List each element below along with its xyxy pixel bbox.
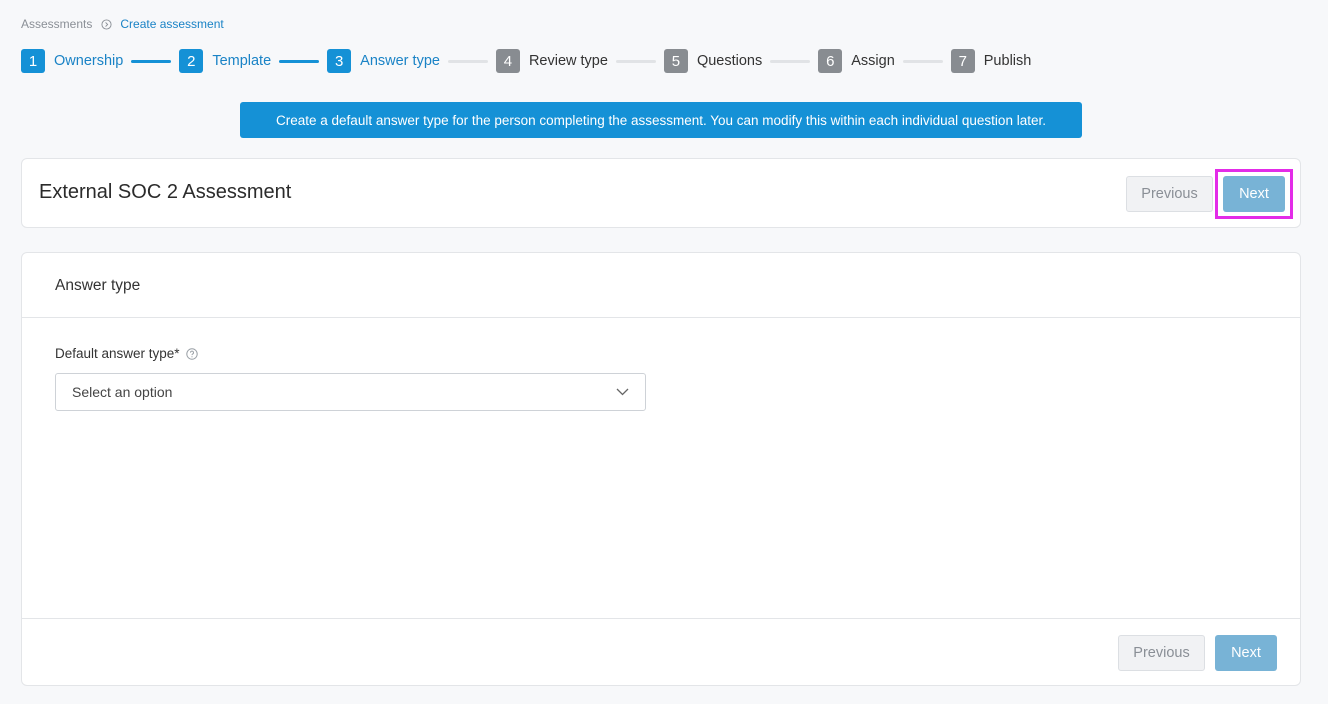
step-number: 1: [21, 49, 45, 73]
step-label: Assign: [851, 53, 895, 69]
assessment-title: External SOC 2 Assessment: [39, 181, 292, 203]
breadcrumb-separator-icon: [101, 18, 112, 30]
chevron-down-icon: [616, 388, 629, 396]
step-answer-type[interactable]: 3 Answer type: [327, 49, 440, 73]
assessment-header-card: External SOC 2 Assessment Previous Next: [21, 158, 1301, 228]
question-circle-icon[interactable]: [185, 347, 198, 360]
default-answer-type-select[interactable]: Select an option: [55, 373, 646, 411]
section-divider: [22, 317, 1300, 318]
step-assign[interactable]: 6 Assign: [818, 49, 895, 73]
section-title: Answer type: [55, 277, 141, 294]
breadcrumb: Assessments Create assessment: [21, 17, 224, 31]
step-template[interactable]: 2 Template: [179, 49, 271, 73]
footer-divider: [22, 618, 1300, 619]
step-number: 3: [327, 49, 352, 73]
field-label-text: Default answer type*: [55, 346, 180, 361]
step-label: Review type: [528, 53, 608, 69]
answer-type-card: Answer type Default answer type* Select …: [21, 252, 1301, 686]
breadcrumb-current[interactable]: Create assessment: [120, 17, 223, 31]
step-questions[interactable]: 5 Questions: [663, 49, 763, 73]
step-connector: [447, 59, 488, 63]
stepper: 1 Ownership 2 Template 3 Answer type 4 R…: [21, 49, 1031, 73]
info-banner: Create a default answer type for the per…: [240, 102, 1082, 138]
step-label: Questions: [696, 53, 763, 69]
previous-button[interactable]: Previous: [1126, 176, 1213, 212]
step-label: Publish: [983, 53, 1032, 69]
step-ownership[interactable]: 1 Ownership: [21, 49, 123, 73]
step-publish[interactable]: 7 Publish: [950, 49, 1032, 73]
step-connector: [279, 59, 320, 63]
step-connector: [131, 59, 172, 63]
next-button[interactable]: Next: [1223, 176, 1285, 212]
step-number: 4: [495, 49, 520, 73]
step-number: 5: [663, 49, 688, 73]
breadcrumb-root[interactable]: Assessments: [21, 17, 92, 31]
step-review-type[interactable]: 4 Review type: [495, 49, 608, 73]
step-number: 7: [950, 49, 975, 73]
step-connector: [615, 59, 656, 63]
footer-next-button[interactable]: Next: [1215, 635, 1277, 671]
select-value: Select an option: [72, 384, 173, 400]
step-number: 2: [179, 49, 204, 73]
step-connector: [902, 59, 943, 63]
step-label: Ownership: [54, 53, 124, 69]
step-connector: [770, 59, 811, 63]
step-number: 6: [818, 49, 843, 73]
step-label: Answer type: [360, 53, 440, 69]
step-label: Template: [212, 53, 272, 69]
default-answer-type-label: Default answer type*: [55, 346, 198, 361]
footer-previous-button[interactable]: Previous: [1118, 635, 1205, 671]
